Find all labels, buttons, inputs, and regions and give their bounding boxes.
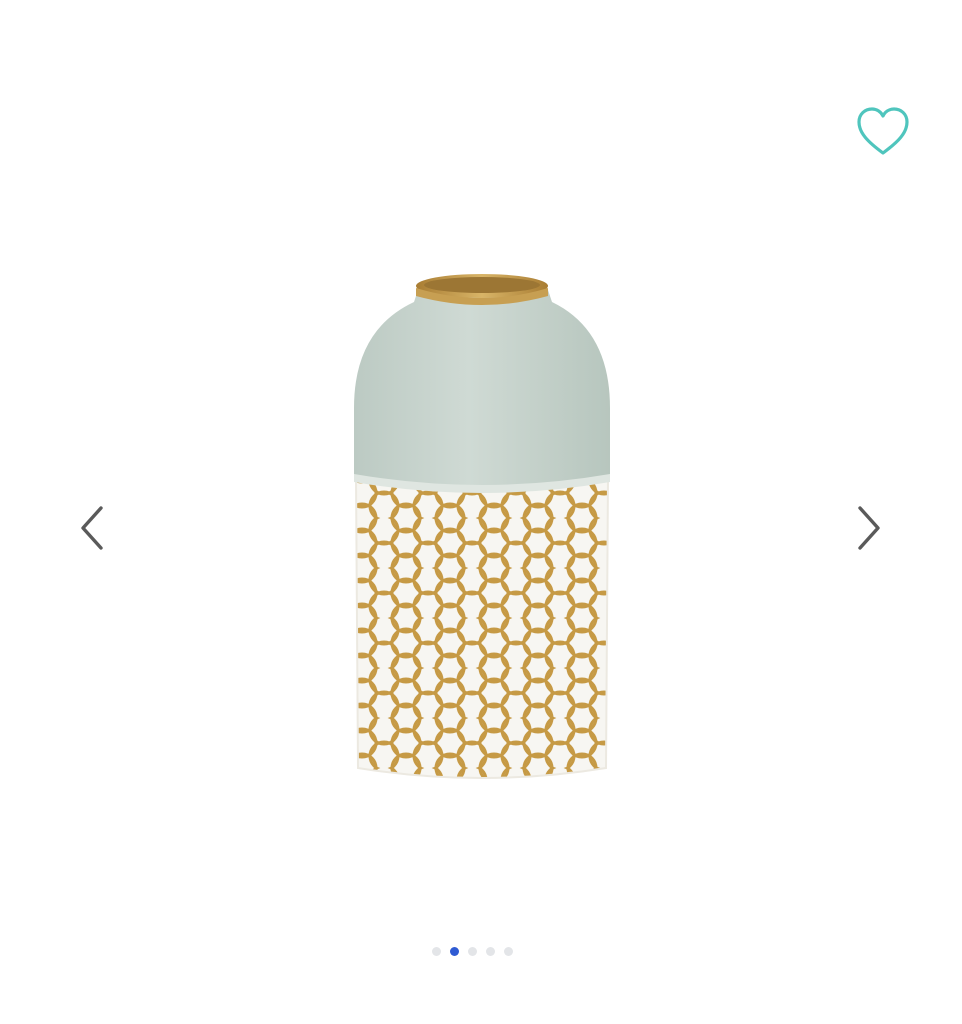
carousel-dot[interactable] (504, 946, 513, 956)
next-image-button[interactable] (844, 498, 894, 558)
chevron-left-icon (81, 506, 103, 550)
carousel-dot[interactable] (450, 946, 459, 956)
carousel-dot[interactable] (432, 946, 441, 956)
chevron-right-icon (858, 506, 880, 550)
previous-image-button[interactable] (67, 498, 117, 558)
carousel-dot[interactable] (468, 946, 477, 956)
carousel-pagination (432, 944, 532, 958)
carousel-dot[interactable] (486, 946, 495, 956)
product-image-vase (340, 268, 624, 788)
heart-outline-icon (857, 107, 909, 155)
wishlist-button[interactable] (852, 102, 914, 160)
product-image-gallery (0, 0, 962, 1024)
